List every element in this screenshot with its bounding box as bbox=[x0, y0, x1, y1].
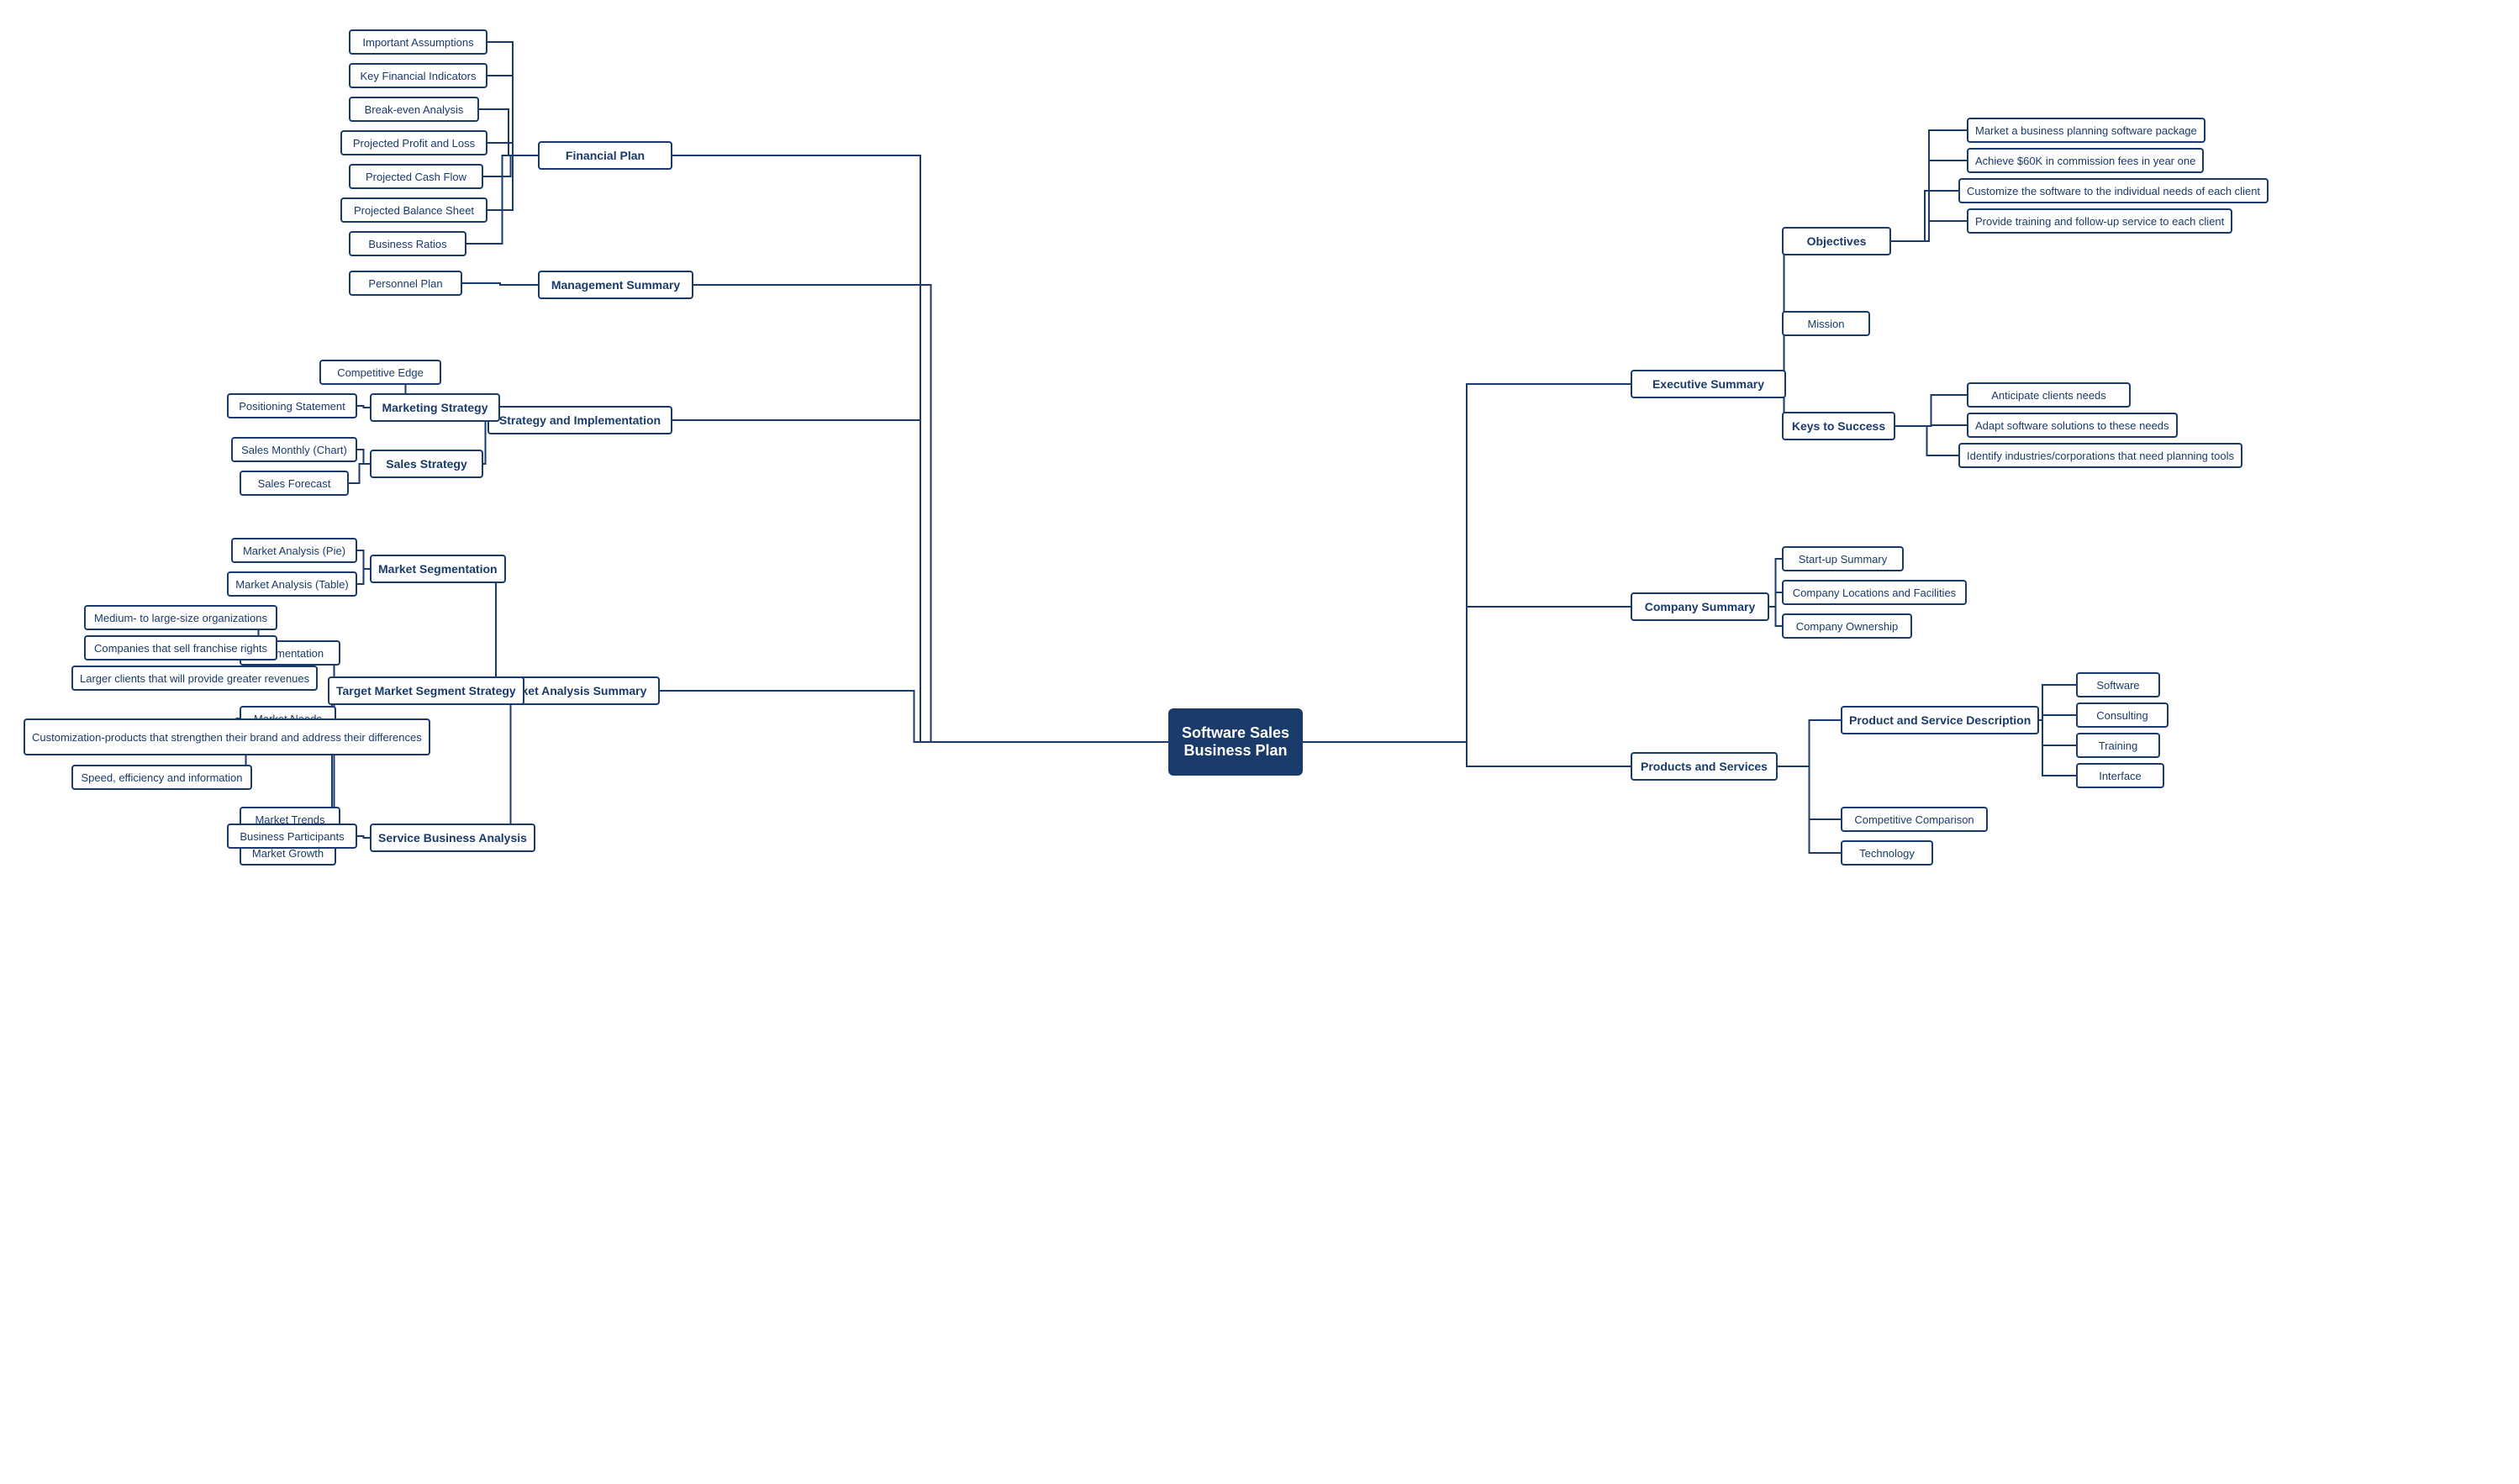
serviceBusinessAnalysis-node: Service Business Analysis bbox=[370, 824, 535, 852]
projectedCF-node: Projected Cash Flow bbox=[349, 164, 483, 189]
objAchieve-node: Achieve $60K in commission fees in year … bbox=[1967, 148, 2204, 173]
importantAssumptions-node: Important Assumptions bbox=[349, 29, 487, 55]
interface-node: Interface bbox=[2076, 763, 2164, 788]
companyLocations-node: Company Locations and Facilities bbox=[1782, 580, 1967, 605]
execSummary-node: Executive Summary bbox=[1631, 370, 1786, 398]
consulting-node: Consulting bbox=[2076, 703, 2169, 728]
technology-node: Technology bbox=[1841, 840, 1933, 866]
companySummary-node: Company Summary bbox=[1631, 592, 1769, 621]
anticipate-node: Anticipate clients needs bbox=[1967, 382, 2131, 408]
marketAnalysisTable-node: Market Analysis (Table) bbox=[227, 571, 357, 597]
center-node: Software Sales Business Plan bbox=[1168, 708, 1303, 776]
competitiveEdge-node: Competitive Edge bbox=[319, 360, 441, 385]
marketSegmentation-node: Market Segmentation bbox=[370, 555, 506, 583]
targetMarket-node: Target Market Segment Strategy bbox=[328, 676, 524, 705]
salesStrategy-node: Sales Strategy bbox=[370, 450, 483, 478]
financialPlan-node: Financial Plan bbox=[538, 141, 672, 170]
salesMonthly-node: Sales Monthly (Chart) bbox=[231, 437, 357, 462]
marketingStrategy-node: Marketing Strategy bbox=[370, 393, 500, 422]
personnelPlan-node: Personnel Plan bbox=[349, 271, 462, 296]
speedEfficiency-node: Speed, efficiency and information bbox=[71, 765, 252, 790]
strategyImpl-node: Strategy and Implementation bbox=[487, 406, 672, 434]
mission-node: Mission bbox=[1782, 311, 1870, 336]
mediumLarge-node: Medium- to large-size organizations bbox=[84, 605, 277, 630]
salesForecast-node: Sales Forecast bbox=[240, 471, 349, 496]
keysToSuccess-node: Keys to Success bbox=[1782, 412, 1895, 440]
largerClients-node: Larger clients that will provide greater… bbox=[71, 666, 318, 691]
startupSummary-node: Start-up Summary bbox=[1782, 546, 1904, 571]
objTraining-node: Provide training and follow-up service t… bbox=[1967, 208, 2232, 234]
training-node: Training bbox=[2076, 733, 2160, 758]
productsServices-node: Products and Services bbox=[1631, 752, 1778, 781]
businessParticipants-node: Business Participants bbox=[227, 824, 357, 849]
mindmap-container: Software Sales Business Plan Financial Pl… bbox=[0, 0, 2519, 1484]
marketAnalysisPie-node: Market Analysis (Pie) bbox=[231, 538, 357, 563]
breakeven-node: Break-even Analysis bbox=[349, 97, 479, 122]
objMkt-node: Market a business planning software pack… bbox=[1967, 118, 2205, 143]
companyOwnership-node: Company Ownership bbox=[1782, 613, 1912, 639]
adaptSoftware-node: Adapt software solutions to these needs bbox=[1967, 413, 2178, 438]
productServiceDesc-node: Product and Service Description bbox=[1841, 706, 2039, 734]
objCustomize-node: Customize the software to the individual… bbox=[1958, 178, 2269, 203]
projectedPL-node: Projected Profit and Loss bbox=[340, 130, 487, 155]
identify-node: Identify industries/corporations that ne… bbox=[1958, 443, 2242, 468]
franchise-node: Companies that sell franchise rights bbox=[84, 635, 277, 660]
software-node: Software bbox=[2076, 672, 2160, 697]
customization-node: Customization-products that strengthen t… bbox=[24, 718, 430, 755]
competitiveComparison-node: Competitive Comparison bbox=[1841, 807, 1988, 832]
projectedBS-node: Projected Balance Sheet bbox=[340, 197, 487, 223]
managementSummary-node: Management Summary bbox=[538, 271, 693, 299]
positioningStatement-node: Positioning Statement bbox=[227, 393, 357, 418]
businessRatios-node: Business Ratios bbox=[349, 231, 466, 256]
objectives-node: Objectives bbox=[1782, 227, 1891, 255]
keyFinancial-node: Key Financial Indicators bbox=[349, 63, 487, 88]
